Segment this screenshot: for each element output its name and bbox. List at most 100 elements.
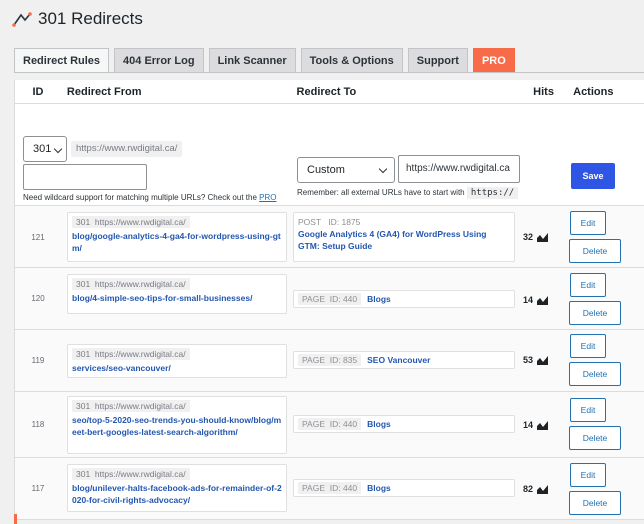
- stats-chart-icon[interactable]: [537, 295, 549, 305]
- target-type: PAGE: [302, 294, 325, 304]
- from-path-link[interactable]: services/seo-vancouver/: [72, 362, 282, 374]
- table-row: 120 301 https://www.rwdigital.ca/ blog/4…: [15, 268, 644, 330]
- hits-count: 32: [523, 232, 549, 242]
- target-type: PAGE: [302, 419, 325, 429]
- from-prefix: 301 https://www.rwdigital.ca/: [72, 468, 190, 480]
- hits-value: 53: [523, 355, 534, 365]
- from-path-link[interactable]: blog/unilever-halts-facebook-ads-for-rem…: [72, 482, 282, 506]
- status-code: 301: [76, 349, 91, 359]
- redirect-to-cell: PAGE ID: 440 Blogs: [293, 290, 515, 308]
- row-id: 117: [31, 484, 45, 493]
- chevron-down-icon: [378, 164, 388, 174]
- table-row: 118 301 https://www.rwdigital.ca/ seo/to…: [15, 392, 644, 458]
- delete-button[interactable]: Delete: [569, 491, 621, 515]
- target-title-link[interactable]: SEO Vancouver: [367, 354, 430, 366]
- row-id: 120: [31, 294, 45, 303]
- stats-chart-icon[interactable]: [537, 232, 549, 242]
- from-prefix: 301 https://www.rwdigital.ca/: [72, 278, 190, 290]
- column-header-from: Redirect From: [66, 86, 142, 98]
- from-path-link[interactable]: blog/4-simple-seo-tips-for-small-busines…: [72, 292, 282, 304]
- domain-prefix: https://www.rwdigital.ca/: [94, 469, 186, 479]
- redirect-from-cell: 301 https://www.rwdigital.ca/ services/s…: [67, 344, 287, 378]
- from-prefix: 301 https://www.rwdigital.ca/: [72, 400, 190, 412]
- hits-value: 14: [523, 295, 534, 305]
- target-id: ID: 440: [329, 294, 358, 304]
- hits-value: 14: [523, 420, 534, 430]
- tab-bar: Redirect Rules 404 Error Log Link Scanne…: [14, 48, 520, 73]
- target-id: ID: 440: [329, 419, 358, 429]
- redirect-from-cell: 301 https://www.rwdigital.ca/ seo/top-5-…: [67, 396, 287, 454]
- external-url-note: Remember: all external URLs have to star…: [297, 186, 519, 200]
- target-type: PAGE: [302, 355, 325, 365]
- external-url-code: https://: [466, 187, 519, 199]
- redirect-to-input[interactable]: https://www.rwdigital.ca: [398, 155, 520, 183]
- tab-pro[interactable]: PRO: [472, 48, 515, 72]
- edit-button[interactable]: Edit: [570, 211, 606, 235]
- redirect-from-cell: 301 https://www.rwdigital.ca/ blog/googl…: [67, 212, 287, 262]
- target-title-link[interactable]: Google Analytics 4 (GA4) for WordPress U…: [298, 228, 510, 252]
- column-header-id: ID: [32, 86, 44, 98]
- column-header-to: Redirect To: [296, 86, 357, 98]
- from-prefix: 301 https://www.rwdigital.ca/: [72, 216, 190, 228]
- hits-count: 82: [523, 484, 549, 494]
- stats-chart-icon[interactable]: [537, 420, 549, 430]
- tab-404-error-log[interactable]: 404 Error Log: [114, 48, 204, 72]
- edit-button[interactable]: Edit: [570, 334, 606, 358]
- from-domain-prefix: https://www.rwdigital.ca/: [71, 141, 183, 157]
- target-type: POST: [298, 217, 322, 227]
- target-id: ID: 1875: [328, 217, 361, 227]
- hits-value: 82: [523, 484, 534, 494]
- from-path-link[interactable]: seo/top-5-2020-seo-trends-you-should-kno…: [72, 414, 282, 438]
- redirect-logo-icon: [12, 12, 32, 27]
- edit-button[interactable]: Edit: [570, 463, 606, 487]
- delete-button[interactable]: Delete: [569, 426, 621, 450]
- new-rule-row: 301 https://www.rwdigital.ca/ Need wildc…: [15, 104, 644, 214]
- status-code-value: 301: [33, 143, 52, 155]
- edit-button[interactable]: Edit: [570, 398, 606, 422]
- status-code-select[interactable]: 301: [23, 136, 67, 162]
- stats-chart-icon[interactable]: [537, 355, 549, 365]
- tab-redirect-rules[interactable]: Redirect Rules: [14, 48, 110, 73]
- target-meta: PAGE ID: 440: [298, 418, 362, 430]
- column-header-actions: Actions: [573, 86, 614, 98]
- domain-prefix: https://www.rwdigital.ca/: [94, 279, 186, 289]
- from-path-link[interactable]: blog/google-analytics-4-ga4-for-wordpres…: [72, 230, 282, 254]
- delete-button[interactable]: Delete: [569, 301, 621, 325]
- tab-tools-options[interactable]: Tools & Options: [300, 48, 403, 72]
- hits-count: 14: [523, 295, 549, 305]
- edit-button[interactable]: Edit: [570, 273, 606, 297]
- target-title-link[interactable]: Blogs: [367, 418, 391, 430]
- stats-chart-icon[interactable]: [537, 484, 549, 494]
- tab-support[interactable]: Support: [407, 48, 468, 72]
- column-header-hits: Hits: [533, 86, 554, 98]
- row-id: 118: [31, 420, 45, 429]
- redirect-type-select[interactable]: Custom: [297, 157, 395, 183]
- domain-prefix: https://www.rwdigital.ca/: [94, 217, 186, 227]
- target-id: ID: 440: [329, 483, 358, 493]
- page-header: 301 Redirects: [12, 8, 143, 30]
- delete-button[interactable]: Delete: [569, 239, 621, 263]
- redirect-from-input[interactable]: [23, 164, 147, 190]
- domain-prefix: https://www.rwdigital.ca/: [94, 401, 186, 411]
- tab-link-scanner[interactable]: Link Scanner: [208, 48, 296, 72]
- status-code: 301: [76, 279, 91, 289]
- table-row: 117 301 https://www.rwdigital.ca/ blog/u…: [15, 458, 644, 520]
- domain-prefix: https://www.rwdigital.ca/: [94, 349, 186, 359]
- hits-count: 53: [523, 355, 549, 365]
- page-title: 301 Redirects: [38, 9, 143, 28]
- target-title-link[interactable]: Blogs: [367, 293, 391, 305]
- row-id: 121: [31, 233, 45, 242]
- target-meta: PAGE ID: 440: [298, 482, 362, 494]
- save-button[interactable]: Save: [571, 163, 615, 189]
- target-meta: PAGE ID: 835: [298, 354, 362, 366]
- redirect-from-cell: 301 https://www.rwdigital.ca/ blog/4-sim…: [67, 274, 287, 314]
- target-title-link[interactable]: Blogs: [367, 482, 391, 494]
- status-code: 301: [76, 469, 91, 479]
- redirects-table: ID Redirect From Redirect To Hits Action…: [14, 80, 644, 520]
- hits-value: 32: [523, 232, 534, 242]
- delete-button[interactable]: Delete: [569, 362, 621, 386]
- redirect-to-cell: PAGE ID: 440 Blogs: [293, 479, 515, 497]
- row-id: 119: [31, 356, 45, 365]
- tabs-divider: [14, 72, 644, 73]
- redirect-from-cell: 301 https://www.rwdigital.ca/ blog/unile…: [67, 464, 287, 512]
